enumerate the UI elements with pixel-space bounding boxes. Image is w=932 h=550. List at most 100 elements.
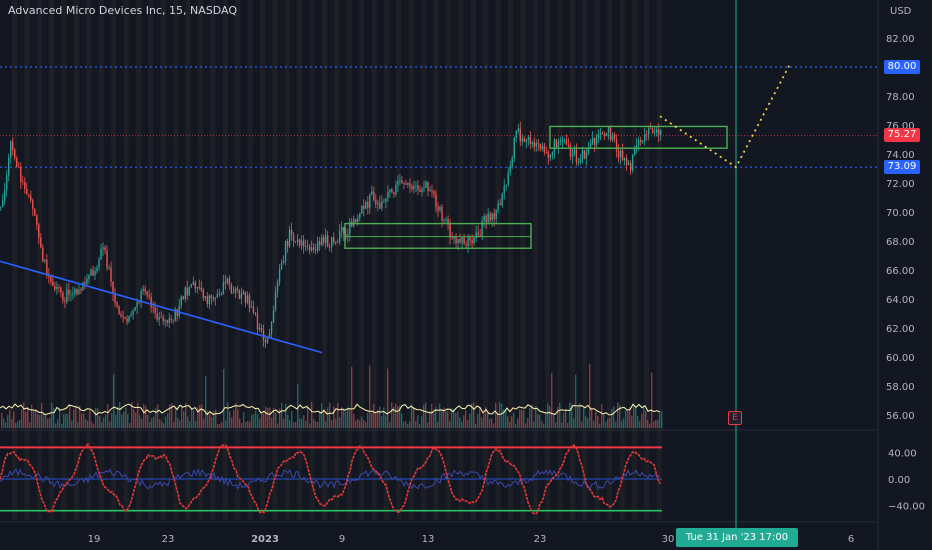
candle-body	[90, 269, 92, 276]
volume-bar	[153, 416, 155, 428]
candle-body	[104, 247, 106, 251]
candle-body	[483, 216, 485, 221]
candle-body	[521, 138, 523, 142]
volume-bar	[199, 404, 201, 428]
volume-bar	[39, 414, 41, 428]
candle-body	[471, 240, 473, 244]
volume-bar	[645, 411, 647, 428]
volume-bar	[565, 408, 567, 428]
volume-bar	[517, 418, 519, 428]
earnings-marker[interactable]: E	[728, 411, 742, 425]
candle-body	[190, 284, 192, 288]
volume-bar	[535, 405, 537, 428]
time-axis-tick: 23	[534, 534, 547, 545]
session-stripe	[570, 0, 575, 520]
volume-bar	[515, 423, 517, 428]
chart-stage[interactable]: USD82.0080.0078.0076.0074.0072.0070.0068…	[0, 0, 932, 550]
volume-bar	[631, 415, 633, 428]
session-stripe	[185, 0, 191, 520]
volume-bar	[611, 409, 613, 428]
candle-body	[240, 293, 243, 299]
candle-body	[585, 152, 588, 159]
candle-body	[214, 297, 217, 299]
volume-bar	[483, 413, 485, 428]
volume-bar	[579, 403, 581, 428]
volume-bar	[335, 418, 337, 428]
session-stripe	[136, 0, 141, 520]
volume-bar	[387, 368, 389, 428]
volume-bar	[537, 413, 539, 428]
candle-body	[363, 205, 365, 209]
volume-bar	[263, 413, 265, 428]
candle-body	[347, 234, 349, 237]
candle-body	[234, 288, 237, 294]
volume-bar	[375, 413, 377, 428]
volume-bar	[75, 405, 77, 428]
volume-bar	[347, 407, 349, 428]
volume-bar	[29, 422, 31, 428]
volume-bar	[467, 420, 469, 428]
candle-body	[595, 137, 598, 146]
volume-bar	[371, 412, 373, 428]
candle-body	[86, 278, 88, 284]
session-stripe	[594, 0, 600, 520]
volume-bar	[343, 408, 345, 428]
candle-body	[124, 317, 126, 319]
volume-bar	[655, 419, 657, 428]
candle-body	[343, 227, 345, 235]
volume-bar	[67, 413, 69, 428]
volume-bar	[251, 414, 253, 428]
volume-bar	[449, 420, 451, 428]
volume-bar	[281, 402, 283, 428]
volume-bar	[353, 413, 355, 428]
volume-bar	[491, 418, 493, 428]
candle-body	[136, 302, 138, 308]
volume-bar	[423, 404, 425, 428]
candle-body	[122, 316, 124, 318]
candle-body	[449, 223, 451, 238]
candle-body	[407, 183, 409, 185]
volume-bar	[161, 421, 163, 428]
volume-bar	[549, 406, 551, 428]
candle-body	[0, 207, 2, 208]
session-stripe	[86, 0, 92, 520]
session-stripe	[607, 0, 613, 520]
candle-body	[252, 306, 255, 313]
volume-bar	[561, 422, 563, 428]
candle-body	[493, 213, 495, 220]
volume-bar	[19, 419, 21, 428]
candle-body	[72, 293, 74, 295]
price-axis-tick: 64.00	[886, 295, 915, 306]
time-axis-tick: 23	[162, 534, 175, 545]
volume-bar	[329, 402, 331, 428]
candle-body	[28, 194, 30, 196]
volume-bar	[15, 422, 17, 428]
volume-bar	[345, 411, 347, 428]
candle-body	[60, 287, 62, 293]
volume-bar	[35, 409, 37, 428]
volume-bar	[363, 420, 365, 428]
volume-bar	[577, 405, 579, 428]
volume-bar	[559, 402, 561, 428]
candle-body	[52, 281, 54, 286]
price-chart[interactable]: USD82.0080.0078.0076.0074.0072.0070.0068…	[0, 0, 932, 550]
candle-body	[318, 241, 321, 245]
volume-bar	[431, 403, 433, 428]
candle-body	[411, 185, 413, 190]
volume-bar	[297, 383, 299, 428]
volume-bar	[115, 414, 117, 428]
volume-bar	[325, 421, 327, 428]
volume-bar	[643, 405, 645, 428]
candle-body	[2, 200, 4, 208]
volume-bar	[457, 411, 459, 428]
volume-bar	[475, 423, 477, 428]
candle-body	[333, 237, 335, 243]
session-stripe	[446, 0, 451, 520]
candle-body	[459, 239, 461, 243]
candle-body	[98, 259, 100, 268]
candle-body	[643, 134, 646, 142]
candle-body	[615, 139, 618, 151]
session-stripe	[371, 0, 377, 520]
volume-bar	[407, 423, 409, 428]
session-stripe	[619, 0, 625, 520]
